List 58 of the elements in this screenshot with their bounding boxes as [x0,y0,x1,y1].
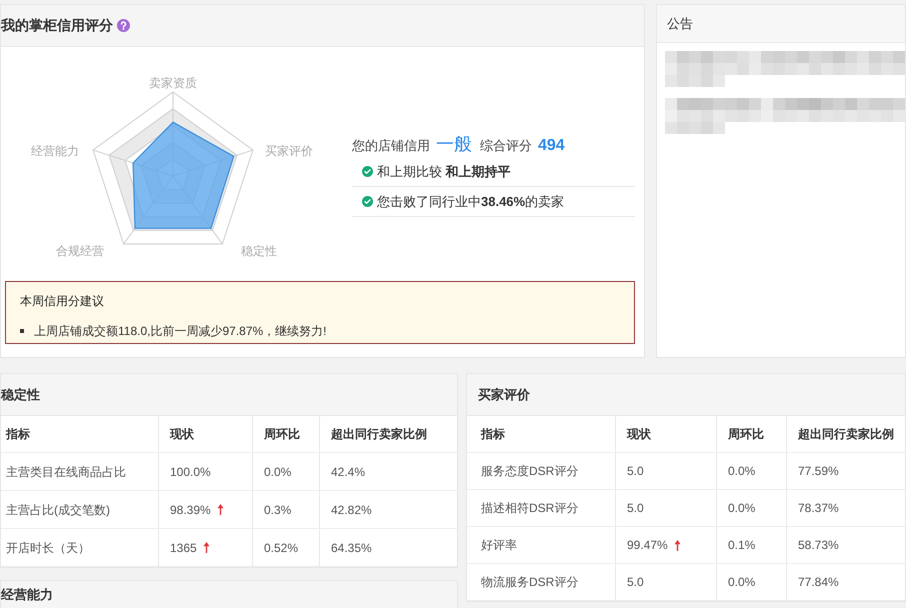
column-header: 周环比 [728,426,764,443]
column-header: 指标 [481,426,505,443]
table-cell-text: 主营占比(成交笔数) [6,502,110,518]
credit-level: 一般 [436,133,472,156]
score-value: 494 [538,136,565,156]
panel-title: 公告 [667,14,693,33]
table-cell-text: 0.0% [264,464,292,480]
axis-label: 稳定性 [241,244,277,258]
table-cell-text: 5.0 [627,463,644,480]
table-cell-text: 98.39% [170,502,211,518]
table-cell-text: 77.59% [798,463,839,480]
axis-label: 买家评价 [265,144,313,158]
table-cell-text: 主营类目在线商品占比 [6,464,126,480]
table-cell-text: 77.84% [798,574,839,591]
bullet-icon [20,329,24,333]
table-cell-text: 5.0 [627,574,644,591]
table-cell-text: 99.47% [627,537,668,554]
table-cell-text: 42.82% [331,502,372,518]
table-cell-text: 0.0% [728,463,756,480]
help-icon[interactable] [117,19,130,32]
column-header: 超出同行卖家比例 [798,426,894,443]
score-label: 综合评分 [480,137,532,155]
panel-title: 买家评价 [478,386,530,404]
column-header: 现状 [627,426,651,443]
check-circle-icon [362,196,373,207]
column-header: 周环比 [264,426,300,443]
table-cell-text: 78.37% [798,500,839,517]
table-cell-text: 42.4% [331,464,366,480]
credit-label: 您的店铺信用 [352,137,430,155]
check-text: 您击败了同行业中38.46%的卖家 [377,192,564,211]
column-header: 超出同行卖家比例 [331,426,427,443]
check-circle-icon [362,166,373,177]
table-cell-text: 5.0 [627,500,644,517]
table-cell-text: 0.1% [728,537,756,554]
table-cell-text: 服务态度DSR评分 [481,463,578,480]
panel-title: 稳定性 [1,386,40,404]
table-cell-text: 开店时长（天） [6,540,90,556]
column-header: 现状 [170,426,194,443]
table-cell-text: 0.0% [728,574,756,591]
table-cell-text: 58.73% [798,537,839,554]
table-cell-text: 物流服务DSR评分 [481,574,578,591]
table-cell-text: 好评率 [481,537,517,554]
table-cell-text: 描述相符DSR评分 [481,500,578,517]
advice-text: 上周店铺成交额118.0,比前一周减少97.87%，继续努力! [34,323,327,340]
table-cell-text: 0.3% [264,502,292,518]
advice-title: 本周信用分建议 [20,293,105,310]
panel-title: 我的掌柜信用评分 [1,16,113,35]
check-text: 和上期比较 和上期持平 [377,162,511,181]
axis-label: 合规经营 [56,244,104,258]
panel-title: 经营能力 [1,587,53,603]
table-cell-text: 100.0% [170,464,211,480]
axis-label: 卖家资质 [149,76,197,90]
axis-label: 经营能力 [31,144,79,158]
table-cell-text: 0.0% [728,500,756,517]
column-header: 指标 [6,426,30,443]
table-cell-text: 0.52% [264,540,298,556]
table-cell-text: 1365 [170,540,197,556]
table-cell-text: 64.35% [331,540,372,556]
